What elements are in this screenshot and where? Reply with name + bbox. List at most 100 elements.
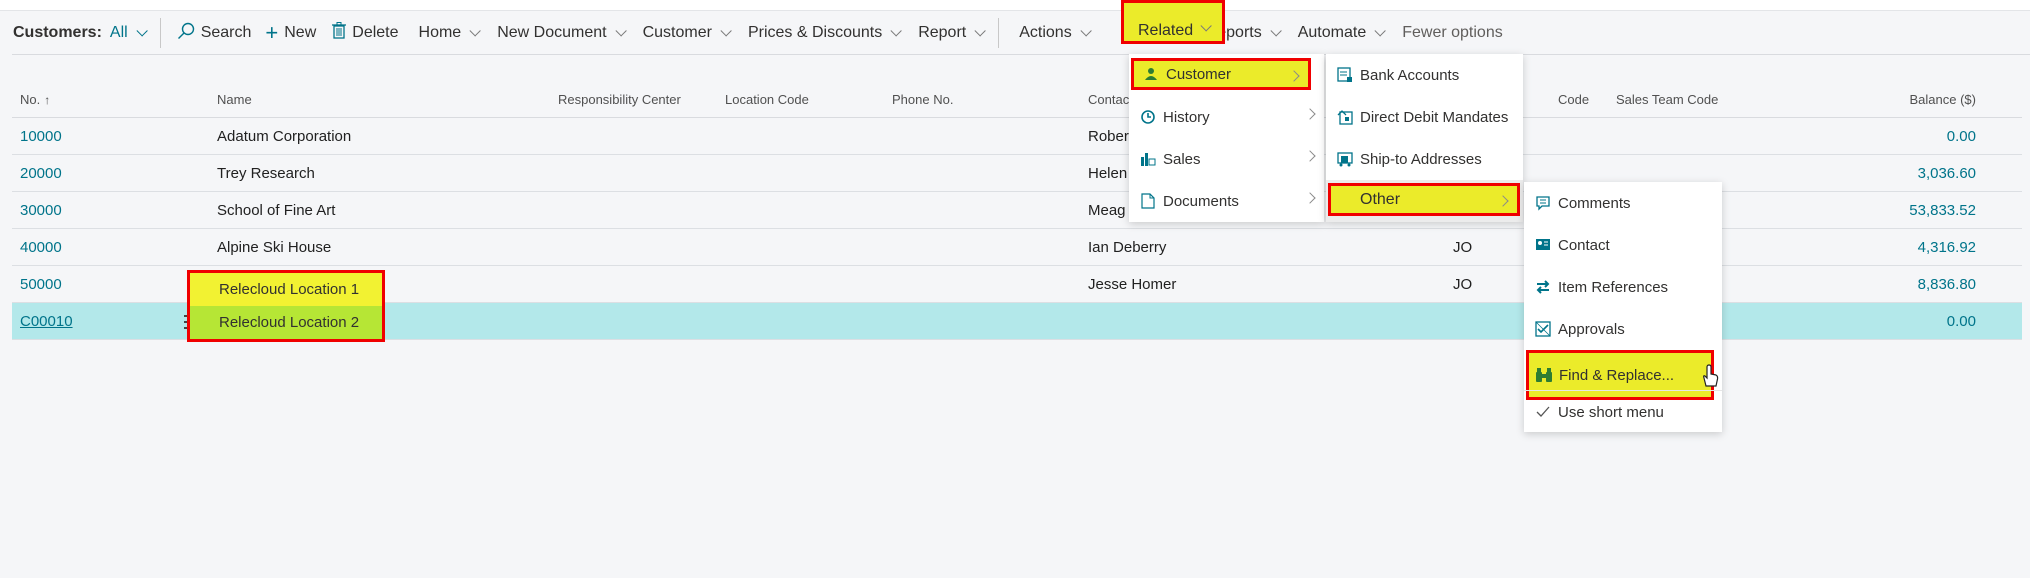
customer-balance[interactable]: 53,833.52	[1909, 192, 1976, 228]
customer-contact: Meag	[1088, 201, 1126, 219]
column-label: No.	[20, 92, 41, 107]
menu-item-label: Ship-to Addresses	[1360, 150, 1482, 168]
highlighted-names: Relecloud Location 1 Relecloud Location …	[187, 270, 385, 342]
view-filter-label: All	[109, 24, 128, 41]
column-header-location-code[interactable]: Location Code	[725, 82, 809, 117]
prices-discounts-menu[interactable]: Prices & Discounts	[738, 16, 908, 50]
chevron-down-icon	[890, 25, 902, 37]
chevron-down-icon	[469, 25, 481, 37]
automate-menu[interactable]: Automate	[1288, 16, 1392, 50]
chevron-right-icon	[1288, 70, 1300, 82]
search-icon	[177, 22, 195, 45]
search-button[interactable]: Search	[167, 16, 262, 50]
direct-debit-icon	[1336, 109, 1354, 125]
customer-contact: Rober	[1088, 127, 1129, 145]
new-document-menu[interactable]: New Document	[487, 16, 632, 50]
page-title: Customers:	[13, 24, 102, 41]
menu-item-label: Approvals	[1558, 320, 1625, 338]
menu-item-label: Find & Replace...	[1559, 366, 1675, 384]
menu-item-label: Direct Debit Mandates	[1360, 108, 1509, 126]
menu-item-item-references[interactable]: Item References	[1524, 266, 1722, 308]
customer-balance[interactable]: 3,036.60	[1918, 155, 1976, 191]
comment-icon	[1534, 195, 1552, 211]
approvals-icon	[1534, 321, 1552, 337]
customer-no[interactable]: 40000	[20, 229, 62, 265]
chevron-down-icon	[720, 25, 732, 37]
actions-menu[interactable]: Actions	[1005, 16, 1097, 50]
home-menu[interactable]: Home	[409, 16, 488, 50]
home-label: Home	[418, 24, 462, 41]
column-header-sales-team-code[interactable]: Sales Team Code	[1616, 82, 1718, 117]
customer-balance[interactable]: 0.00	[1947, 118, 1976, 154]
report-menu[interactable]: Report	[908, 16, 992, 50]
menu-item-label: History	[1163, 108, 1210, 126]
menu-item-label: Comments	[1558, 194, 1631, 212]
fewer-options-label: Fewer options	[1402, 24, 1503, 41]
action-bar: Customers: All Search + New Delete Home …	[0, 12, 2030, 54]
menu-item-customer[interactable]: Customer	[1131, 58, 1311, 90]
chevron-down-icon	[974, 25, 987, 37]
menu-item-label: Bank Accounts	[1360, 66, 1460, 84]
menu-item-bank-accounts[interactable]: Bank Accounts	[1326, 54, 1523, 96]
menu-item-ship-to-addresses[interactable]: Ship-to Addresses	[1326, 138, 1523, 180]
customer-no[interactable]: C00010	[20, 303, 73, 339]
automate-label: Automate	[1297, 24, 1367, 41]
fewer-options-button[interactable]: Fewer options	[1392, 16, 1513, 50]
menu-item-label: Customer	[1166, 65, 1232, 83]
chevron-down-icon	[1270, 25, 1282, 37]
menu-item-label: Sales	[1163, 150, 1201, 168]
customer-no[interactable]: 30000	[20, 192, 62, 228]
person-icon	[1142, 67, 1160, 81]
column-header-name[interactable]: Name	[217, 82, 252, 117]
binoculars-icon	[1535, 367, 1553, 383]
menu-item-comments[interactable]: Comments	[1524, 182, 1722, 224]
customer-no[interactable]: 20000	[20, 155, 62, 191]
customer-balance[interactable]: 8,836.80	[1918, 266, 1976, 302]
menu-item-other[interactable]: Other	[1328, 183, 1520, 216]
table-row[interactable]: 10000 Adatum Corporation Rober 0.00	[12, 118, 2022, 155]
customer-no[interactable]: 10000	[20, 118, 62, 154]
menu-item-approvals[interactable]: Approvals	[1524, 308, 1722, 350]
customer-name: Relecloud Location 1	[190, 273, 382, 306]
customer-name[interactable]: Relecloud Location 2	[190, 306, 382, 339]
new-button[interactable]: + New	[261, 16, 326, 50]
chevron-right-icon	[1304, 108, 1316, 120]
search-label: Search	[200, 24, 252, 41]
other-submenu: Comments Contact Item References Approva…	[1524, 182, 1722, 432]
related-menu-button[interactable]: Related	[1121, 0, 1225, 44]
customer-menu[interactable]: Customer	[633, 16, 738, 50]
menu-item-use-short-menu[interactable]: Use short menu	[1524, 392, 1722, 432]
column-header-no[interactable]: No. ↑	[20, 82, 50, 117]
view-filter-dropdown[interactable]: All	[110, 16, 154, 50]
menu-item-history[interactable]: History	[1129, 96, 1324, 138]
prices-discounts-label: Prices & Discounts	[747, 24, 883, 41]
customer-code: JO	[1453, 275, 1473, 293]
menu-item-documents[interactable]: Documents	[1129, 180, 1324, 222]
history-icon	[1139, 109, 1157, 125]
menu-item-contact[interactable]: Contact	[1524, 224, 1722, 266]
column-header-contact[interactable]: Contac	[1088, 82, 1129, 117]
column-header-responsibility-center[interactable]: Responsibility Center	[558, 82, 681, 117]
customer-balance[interactable]: 4,316.92	[1918, 229, 1976, 265]
toolbar-divider-line	[12, 54, 2030, 55]
trash-icon	[332, 22, 347, 44]
customer-balance[interactable]: 0.00	[1947, 303, 1976, 339]
contact-card-icon	[1534, 237, 1552, 253]
menu-item-sales[interactable]: Sales	[1129, 138, 1324, 180]
menu-item-label: Item References	[1558, 278, 1669, 296]
chevron-right-icon	[1497, 195, 1509, 207]
column-header-phone-no[interactable]: Phone No.	[892, 82, 953, 117]
column-header-balance[interactable]: Balance ($)	[1910, 82, 1976, 117]
top-strip	[0, 0, 2030, 11]
delete-button[interactable]: Delete	[326, 16, 408, 50]
column-header-code[interactable]: Code	[1558, 82, 1589, 117]
toolbar-divider	[159, 18, 161, 48]
new-label: New	[284, 24, 317, 41]
related-label: Related	[1138, 22, 1194, 39]
chevron-right-icon	[1304, 192, 1316, 204]
customer-contact: Jesse Homer	[1088, 275, 1177, 293]
chevron-down-icon	[1374, 25, 1386, 37]
new-document-label: New Document	[497, 24, 607, 41]
customer-no[interactable]: 50000	[20, 266, 62, 302]
menu-item-direct-debit-mandates[interactable]: Direct Debit Mandates	[1326, 96, 1523, 138]
